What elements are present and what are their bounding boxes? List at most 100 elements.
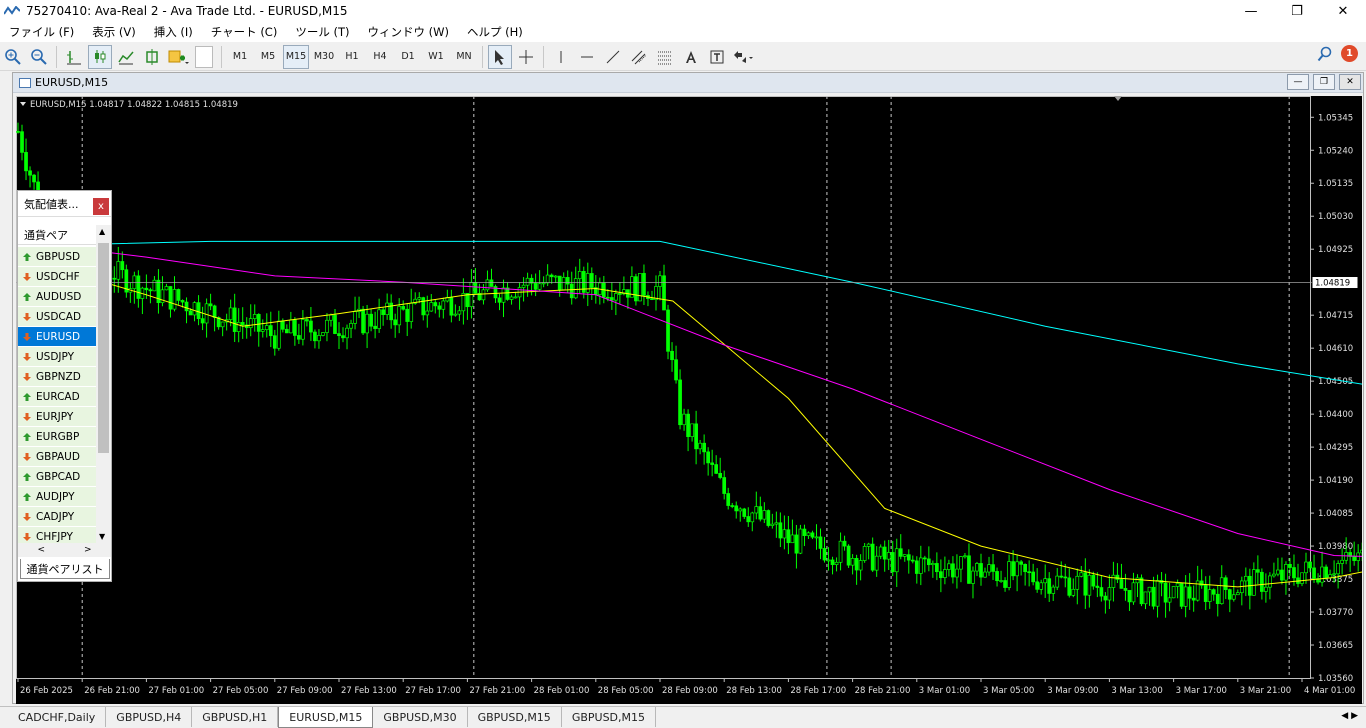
- market-watch-close-button[interactable]: x: [93, 198, 109, 215]
- candle-body: [814, 536, 819, 539]
- timeframe-d1-button[interactable]: D1: [395, 45, 421, 69]
- symbol-row-gbpusd[interactable]: GBPUSD: [18, 247, 96, 267]
- candle-body: [252, 314, 257, 319]
- chart-tab-1[interactable]: GBPUSD,H4: [106, 707, 193, 727]
- restore-button[interactable]: ❐: [1274, 0, 1320, 22]
- symbol-row-usdjpy[interactable]: USDJPY: [18, 347, 96, 367]
- candle-body: [1340, 559, 1344, 564]
- indicators-icon[interactable]: [166, 45, 190, 69]
- candle-body: [164, 286, 169, 291]
- crosshair-icon[interactable]: [514, 45, 538, 69]
- scroll-left-icon[interactable]: <: [37, 545, 45, 555]
- symbol-row-eurjpy[interactable]: EURJPY: [18, 407, 96, 427]
- zoom-in-icon[interactable]: [1, 45, 25, 69]
- template-box[interactable]: [192, 45, 216, 69]
- chart-minimize-button[interactable]: —: [1287, 74, 1309, 90]
- channel-icon[interactable]: [627, 45, 651, 69]
- notification-badge[interactable]: 1: [1341, 45, 1358, 62]
- candle-body: [473, 281, 478, 294]
- text-label-icon[interactable]: [705, 45, 729, 69]
- timeframe-mn-button[interactable]: MN: [451, 45, 477, 69]
- vertical-line-icon[interactable]: [549, 45, 573, 69]
- menu-item-0[interactable]: ファイル (F): [0, 24, 83, 40]
- menu-item-3[interactable]: チャート (C): [202, 24, 287, 40]
- menu-item-4[interactable]: ツール (T): [286, 24, 358, 40]
- chart-tab-6[interactable]: GBPUSD,M15: [562, 707, 657, 727]
- menu-item-1[interactable]: 表示 (V): [83, 24, 145, 40]
- arrows-icon[interactable]: [731, 45, 755, 69]
- candlestick-chart-icon[interactable]: [88, 44, 112, 69]
- symbol-row-gbpcad[interactable]: GBPCAD: [18, 467, 96, 487]
- autoscroll-icon[interactable]: [140, 45, 164, 69]
- candle-body: [678, 379, 682, 426]
- symbol-row-usdcad[interactable]: USDCAD: [18, 307, 96, 327]
- chart-area[interactable]: 1.05345 1.05240 1.05135 1.05030 1.04925 1.048…: [16, 96, 1362, 704]
- timeframe-m30-button[interactable]: M30: [311, 45, 337, 69]
- timeframe-m5-button[interactable]: M5: [255, 45, 281, 69]
- symbol-row-gbpaud[interactable]: GBPAUD: [18, 447, 96, 467]
- candle-body: [818, 536, 823, 549]
- timeframe-w1-button[interactable]: W1: [423, 45, 449, 69]
- trendline-icon[interactable]: [601, 45, 625, 69]
- chart-restore-button[interactable]: ❐: [1313, 74, 1335, 90]
- close-button[interactable]: ✕: [1320, 0, 1366, 22]
- fibonacci-icon[interactable]: [653, 45, 677, 69]
- candle-body: [1019, 561, 1023, 565]
- chart-close-button[interactable]: ✕: [1339, 74, 1361, 90]
- timeframe-h4-button[interactable]: H4: [367, 45, 393, 69]
- cursor-icon[interactable]: [488, 44, 512, 69]
- timeframe-m1-button[interactable]: M1: [227, 45, 253, 69]
- chart-tab-4[interactable]: GBPUSD,M30: [373, 707, 468, 727]
- candle-body: [706, 451, 711, 464]
- candle-body: [1095, 585, 1100, 588]
- chart-tab-0[interactable]: CADCHF,Daily: [8, 707, 107, 727]
- menu-item-6[interactable]: ヘルプ (H): [458, 24, 532, 40]
- symbol-row-audjpy[interactable]: AUDJPY: [18, 487, 96, 507]
- menu-item-5[interactable]: ウィンドウ (W): [358, 24, 458, 40]
- scroll-right-icon[interactable]: >: [84, 545, 92, 555]
- candle-body: [541, 282, 546, 285]
- symbol-column-header[interactable]: 通貨ペア: [18, 225, 96, 245]
- symbol-name: AUDJPY: [36, 490, 75, 503]
- chart-tab-2[interactable]: GBPUSD,H1: [192, 707, 279, 727]
- bar-chart-icon[interactable]: [62, 45, 86, 69]
- search-icon[interactable]: [1317, 46, 1333, 62]
- candle-body: [718, 473, 723, 478]
- candle-body: [293, 319, 297, 336]
- timeframe-h1-button[interactable]: H1: [339, 45, 365, 69]
- chart-tab-5[interactable]: GBPUSD,M15: [468, 707, 562, 727]
- chart-tab-3[interactable]: EURUSD,M15: [278, 707, 374, 728]
- horizontal-line-icon[interactable]: [575, 45, 599, 69]
- candle-body: [918, 557, 923, 574]
- symbol-row-eurgbp[interactable]: EURGBP: [18, 427, 96, 447]
- zoom-out-icon[interactable]: [27, 45, 51, 69]
- candle-body: [236, 322, 241, 332]
- horizontal-scrollbar[interactable]: < >: [18, 543, 111, 557]
- symbol-row-gbpnzd[interactable]: GBPNZD: [18, 367, 96, 387]
- symbol-row-eurcad[interactable]: EURCAD: [18, 387, 96, 407]
- line-chart-icon[interactable]: [114, 45, 138, 69]
- candle-body: [734, 505, 739, 512]
- arrow-down-icon: [23, 272, 31, 281]
- candle-body: [325, 319, 329, 333]
- symbol-row-audusd[interactable]: AUDUSD: [18, 287, 96, 307]
- toolbar: M1 M5 M15 M30 H1 H4 D1 W1 MN 1: [0, 43, 1366, 71]
- symbols-tab[interactable]: 通貨ペアリスト: [20, 559, 110, 579]
- minimize-button[interactable]: —: [1228, 0, 1274, 22]
- candles-group: [16, 122, 1362, 618]
- text-icon[interactable]: [679, 45, 703, 69]
- symbol-row-usdchf[interactable]: USDCHF: [18, 267, 96, 287]
- tab-scroll-icon[interactable]: ◀ ▶: [1341, 711, 1358, 721]
- symbol-list-scrollbar[interactable]: ▲ ▼: [96, 225, 111, 543]
- candle-body: [1003, 580, 1007, 588]
- symbol-row-eurusd[interactable]: EURUSD: [18, 327, 96, 347]
- symbol-row-cadjpy[interactable]: CADJPY: [18, 507, 96, 527]
- candle-body: [1183, 586, 1188, 607]
- candle-body: [1071, 588, 1076, 596]
- candle-body: [842, 540, 847, 547]
- scrollbar-thumb[interactable]: [98, 243, 109, 453]
- timeframe-m15-button[interactable]: M15: [283, 44, 309, 69]
- price-chart[interactable]: 1.05345 1.05240 1.05135 1.05030 1.04925 1.048…: [16, 96, 1362, 704]
- menu-item-2[interactable]: 挿入 (I): [145, 24, 202, 40]
- candle-body: [313, 331, 317, 342]
